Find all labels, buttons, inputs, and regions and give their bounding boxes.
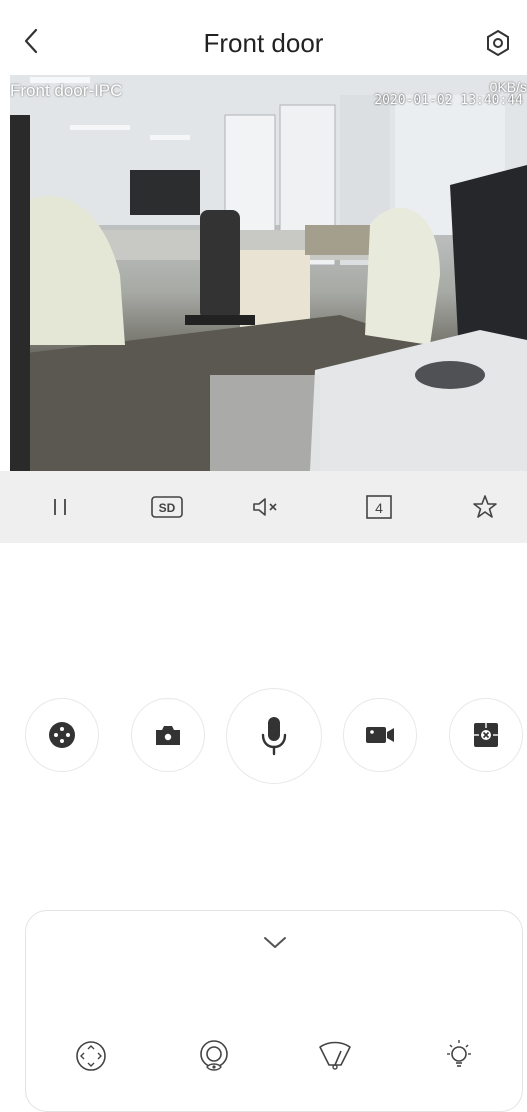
pause-icon	[54, 499, 66, 515]
light-bulb-icon	[447, 1040, 471, 1067]
split-screen-button[interactable]: 4	[349, 471, 409, 543]
ptz-button[interactable]	[25, 698, 99, 772]
timestamp-overlay: 2020-01-02 13:40:44	[374, 93, 523, 108]
wiper-icon	[319, 1041, 351, 1070]
favorite-star-icon	[473, 495, 497, 518]
snapshot-button[interactable]	[131, 698, 205, 772]
talk-button[interactable]	[226, 688, 322, 784]
camera-name-overlay: Front door-IPC	[10, 81, 123, 100]
wiper-button[interactable]	[315, 1036, 355, 1076]
ptz-dpad-icon	[49, 722, 75, 748]
favorite-button[interactable]	[455, 471, 515, 543]
chevron-down-icon[interactable]	[260, 933, 290, 953]
sd-quality-icon: SD	[151, 496, 183, 518]
function-panel	[25, 910, 523, 1112]
privacy-eye-icon	[200, 1040, 228, 1071]
fisheye-button[interactable]	[449, 698, 523, 772]
split-screen-label: 4	[375, 500, 383, 516]
pause-button[interactable]	[30, 471, 90, 543]
mute-icon	[253, 498, 277, 516]
live-video-view[interactable]: Front door-IPC 0KB/s 2020-01-02 13:40:44	[10, 75, 527, 471]
ptz-direction-button[interactable]	[71, 1036, 111, 1076]
split-4-icon: 4	[366, 495, 392, 519]
settings-icon[interactable]	[483, 28, 513, 58]
sd-quality-label: SD	[159, 501, 176, 515]
quick-action-row	[0, 688, 527, 784]
mute-button[interactable]	[236, 471, 296, 543]
playback-control-bar: SD 4	[0, 471, 527, 543]
record-video-icon	[366, 727, 394, 743]
talk-microphone-icon	[261, 717, 287, 756]
privacy-mode-button[interactable]	[194, 1036, 234, 1076]
sd-quality-button[interactable]: SD	[137, 471, 197, 543]
office-camera-scene	[10, 75, 527, 471]
record-button[interactable]	[343, 698, 417, 772]
page-title: Front door	[203, 28, 324, 58]
light-button[interactable]	[439, 1036, 479, 1076]
ptz-direction-icon	[76, 1041, 106, 1071]
top-app-bar: Front door	[0, 0, 527, 75]
snapshot-camera-icon	[156, 726, 180, 745]
fisheye-close-icon	[474, 723, 498, 747]
